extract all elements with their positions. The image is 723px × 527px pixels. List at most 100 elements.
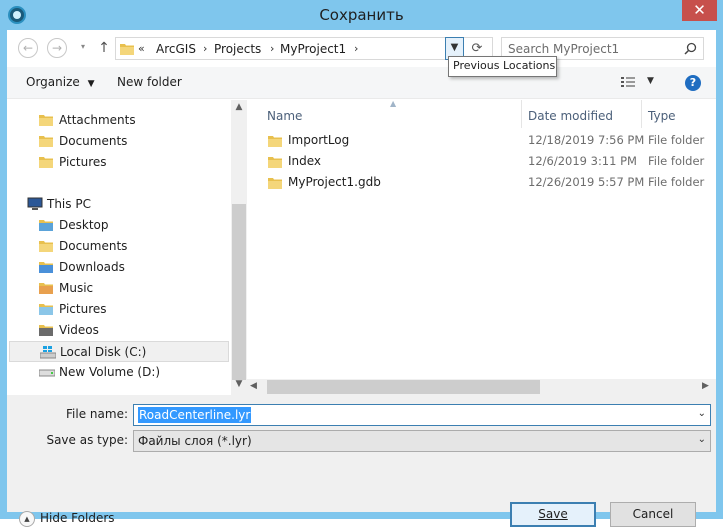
folder-icon: [268, 155, 282, 168]
folder-icon: [39, 113, 53, 127]
sidebar-item-this-pc[interactable]: This PC: [7, 194, 229, 215]
folder-icon: [120, 44, 134, 55]
sidebar-item-desktop[interactable]: Desktop: [7, 215, 229, 236]
sidebar-item-documents[interactable]: Documents: [7, 236, 229, 257]
sidebar-item-label: New Volume (D:): [59, 365, 161, 379]
file-row[interactable]: Index 12/6/2019 3:11 PM File folder: [247, 151, 716, 172]
sidebar-item-documents[interactable]: Documents: [7, 131, 229, 152]
pictures-folder-icon: [39, 302, 53, 316]
crumb-arcgis[interactable]: ArcGIS: [156, 42, 196, 56]
scroll-up-icon[interactable]: ▲: [231, 102, 247, 112]
crumb-projects[interactable]: Projects: [214, 42, 261, 56]
file-type: File folder: [648, 154, 705, 168]
forward-button[interactable]: →: [47, 38, 67, 58]
hide-folders-label: Hide Folders: [40, 511, 115, 525]
cancel-button[interactable]: Cancel: [610, 502, 696, 527]
column-divider[interactable]: [641, 100, 642, 128]
sidebar-item-label: Videos: [59, 323, 99, 337]
dialog-client: ← → ▾ ↑ « ArcGIS › Projects › MyProject1…: [7, 30, 716, 527]
chevron-down-icon: ▼: [87, 79, 95, 89]
music-folder-icon: [39, 281, 53, 295]
file-name: Index: [288, 154, 322, 168]
view-options-icon[interactable]: [621, 77, 635, 88]
sidebar-item-label: Downloads: [59, 260, 125, 274]
file-list: ▲ Name Date modified Type ImportLog 12/18…: [247, 99, 716, 395]
organize-label: Organize: [26, 75, 80, 89]
scroll-right-icon[interactable]: ▶: [702, 381, 709, 391]
scroll-thumb[interactable]: [267, 380, 540, 394]
drive-icon: [38, 365, 56, 379]
sidebar-item-label: Documents: [59, 239, 128, 253]
sidebar-item-label: Pictures: [59, 155, 107, 169]
chevron-down-icon[interactable]: ⌄: [698, 434, 706, 445]
file-name-field[interactable]: RoadCenterline.lyr ⌄: [133, 404, 711, 426]
downloads-folder-icon: [39, 260, 53, 274]
save-as-type-value: Файлы слоя (*.lyr): [138, 434, 252, 448]
back-button[interactable]: ←: [18, 38, 38, 58]
scroll-left-icon[interactable]: ◀: [250, 381, 257, 391]
horizontal-scrollbar[interactable]: ◀ ▶: [247, 379, 716, 395]
save-options-panel: File name: RoadCenterline.lyr ⌄ Save as …: [7, 395, 716, 527]
videos-folder-icon: [39, 323, 53, 337]
organize-menu[interactable]: Organize ▼: [26, 75, 95, 89]
search-input[interactable]: [508, 41, 678, 56]
crumb-separator[interactable]: ›: [270, 42, 274, 55]
sidebar-item-new-volume-d[interactable]: New Volume (D:): [7, 362, 229, 383]
file-type: File folder: [648, 175, 705, 189]
new-folder-button[interactable]: New folder: [117, 75, 182, 89]
file-date-modified: 12/18/2019 7:56 PM: [528, 133, 645, 147]
column-name[interactable]: Name: [267, 104, 302, 128]
sidebar-item-pictures[interactable]: Pictures: [7, 152, 229, 173]
scroll-thumb[interactable]: [232, 204, 246, 380]
documents-folder-icon: [39, 239, 53, 253]
overflow-chevron[interactable]: «: [138, 42, 145, 55]
search-icon[interactable]: [684, 42, 697, 55]
help-icon[interactable]: ?: [685, 75, 701, 91]
crumb-separator[interactable]: ›: [354, 42, 358, 55]
sidebar-item-label: Documents: [59, 134, 128, 148]
toolbar: Organize ▼ New folder ▼ ?: [7, 67, 716, 99]
sidebar-item-attachments[interactable]: Attachments: [7, 110, 229, 131]
recent-locations-dropdown-icon[interactable]: ▾: [77, 38, 89, 58]
folder-icon: [39, 155, 53, 169]
crumb-separator[interactable]: ›: [203, 42, 207, 55]
view-dropdown-icon[interactable]: ▼: [647, 76, 654, 86]
save-as-type-select[interactable]: Файлы слоя (*.lyr) ⌄: [133, 430, 711, 452]
collapse-up-icon: ▲: [19, 511, 35, 527]
file-name-label: File name:: [66, 407, 128, 421]
file-name: MyProject1.gdb: [288, 175, 381, 189]
scroll-down-icon[interactable]: ▼: [231, 379, 247, 389]
folder-icon: [39, 134, 53, 148]
column-type[interactable]: Type: [648, 104, 676, 128]
navigation-pane: Attachments Documents Pictures This PC Deskt…: [7, 100, 247, 395]
window-title: Сохранить: [319, 6, 404, 24]
chevron-down-icon[interactable]: ⌄: [698, 408, 706, 419]
chevron-down-icon: ▼: [450, 42, 459, 53]
file-type: File folder: [648, 133, 705, 147]
file-row[interactable]: ImportLog 12/18/2019 7:56 PM File folder: [247, 130, 716, 151]
windows-drive-icon: [39, 345, 57, 359]
sidebar-item-downloads[interactable]: Downloads: [7, 257, 229, 278]
close-button[interactable]: ✕: [682, 0, 717, 21]
file-date-modified: 12/6/2019 3:11 PM: [528, 154, 637, 168]
sidebar-item-pictures[interactable]: Pictures: [7, 299, 229, 320]
sidebar-item-label: Desktop: [59, 218, 109, 232]
column-divider[interactable]: [521, 100, 522, 128]
nav-scrollbar[interactable]: ▲ ▼: [231, 100, 247, 395]
crumb-myproject1[interactable]: MyProject1: [280, 42, 346, 56]
sidebar-item-local-disk-c[interactable]: Local Disk (C:): [9, 341, 229, 362]
column-date-modified[interactable]: Date modified: [528, 104, 613, 128]
sidebar-item-label: Music: [59, 281, 94, 295]
sidebar-item-videos[interactable]: Videos: [7, 320, 229, 341]
save-button[interactable]: Save: [510, 502, 596, 527]
up-button[interactable]: ↑: [96, 38, 112, 58]
address-bar[interactable]: « ArcGIS › Projects › MyProject1 › ▼ ⟳: [115, 37, 493, 60]
desktop-folder-icon: [39, 218, 53, 232]
sidebar-item-label: Attachments: [59, 113, 136, 127]
sidebar-item-label: Local Disk (C:): [60, 345, 147, 359]
sidebar-item-music[interactable]: Music: [7, 278, 229, 299]
file-row[interactable]: MyProject1.gdb 12/26/2019 5:57 PM File fol…: [247, 172, 716, 193]
file-date-modified: 12/26/2019 5:57 PM: [528, 175, 645, 189]
title-bar[interactable]: Сохранить ✕: [0, 0, 723, 30]
file-name-value[interactable]: RoadCenterline.lyr: [138, 407, 252, 423]
